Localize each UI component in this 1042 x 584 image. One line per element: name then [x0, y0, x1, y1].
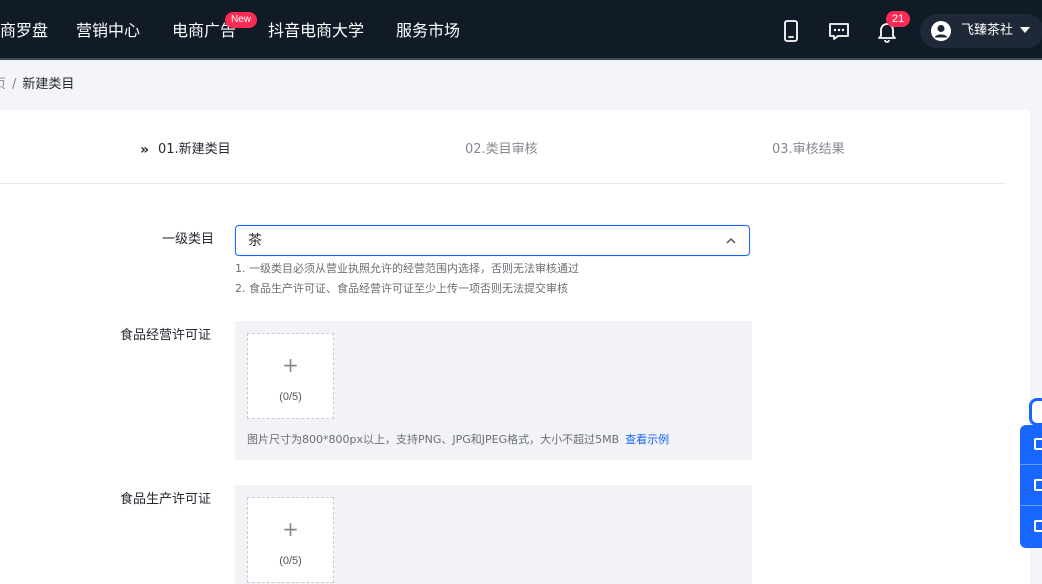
nav-item-compass[interactable]: 商罗盘: [0, 20, 48, 42]
upload-count: (0/5): [279, 555, 302, 567]
step-review-result: 03.审核结果: [772, 142, 845, 157]
food-production-license-upload-button[interactable]: + (0/5): [247, 497, 334, 583]
breadcrumb-current: 新建类目: [22, 77, 75, 92]
breadcrumb: 页/新建类目: [0, 76, 74, 94]
edit-icon: [1034, 479, 1042, 491]
view-example-link[interactable]: 查看示例: [625, 433, 669, 446]
category-hint-1: 1. 一级类目必须从营业执照允许的经营范围内选择，否则无法审核通过: [235, 262, 579, 275]
step-new-category: 01.新建类目: [158, 142, 231, 157]
food-business-license-upload-button[interactable]: + (0/5): [247, 333, 334, 419]
caret-down-icon: [1020, 27, 1030, 33]
food-production-license-label: 食品生产许可证: [120, 492, 212, 507]
phone-icon[interactable]: [779, 19, 803, 43]
food-production-license-upload-area: + (0/5): [235, 485, 752, 584]
upload-hint: 图片尺寸为800*800px以上，支持PNG、JPG和JPEG格式，大小不超过5…: [247, 432, 669, 448]
category-label: 一级类目: [162, 232, 215, 247]
steps-divider: [0, 183, 1006, 184]
food-business-license-upload-area: + (0/5) 图片尺寸为800*800px以上，支持PNG、JPG和JPEG格…: [235, 321, 752, 460]
float-tool-button[interactable]: [1020, 507, 1042, 547]
nav-item-ecommerce-university[interactable]: 抖音电商大学: [268, 20, 364, 42]
category-select-value: 茶: [248, 233, 262, 249]
avatar-icon: [931, 21, 951, 41]
customer-service-icon[interactable]: [1029, 398, 1042, 426]
chevron-up-icon: [726, 237, 736, 244]
floating-tool-panel: [1020, 425, 1042, 548]
nav-item-service-market[interactable]: 服务市场: [396, 20, 460, 42]
plus-icon: +: [282, 517, 299, 541]
account-name: 飞臻茶社: [961, 23, 1014, 38]
new-badge: New: [225, 12, 258, 28]
upload-hint-text: 图片尺寸为800*800px以上，支持PNG、JPG和JPEG格式，大小不超过5…: [247, 433, 620, 446]
category-select[interactable]: 茶: [235, 225, 750, 256]
double-chevron-right-icon: »: [140, 142, 150, 158]
document-icon: [1034, 438, 1042, 450]
float-tool-button[interactable]: [1020, 425, 1042, 465]
plus-icon: +: [282, 353, 299, 377]
top-navigation: 商罗盘 营销中心 电商广告 New 抖音电商大学 服务市场 21 飞臻茶社: [0, 0, 1042, 60]
breadcrumb-separator: /: [12, 77, 17, 92]
food-business-license-label: 食品经营许可证: [120, 328, 212, 343]
step-category-review: 02.类目审核: [465, 142, 538, 157]
float-tool-button[interactable]: [1020, 466, 1042, 506]
notification-count-badge: 21: [886, 11, 911, 27]
upload-count: (0/5): [279, 391, 302, 403]
account-menu[interactable]: 飞臻茶社: [920, 14, 1042, 48]
category-hint-2: 2. 食品生产许可证、食品经营许可证至少上传一项否则无法提交审核: [235, 282, 568, 295]
message-icon[interactable]: [827, 19, 851, 43]
history-icon: [1034, 520, 1042, 532]
nav-item-marketing-center[interactable]: 营销中心: [76, 20, 140, 42]
